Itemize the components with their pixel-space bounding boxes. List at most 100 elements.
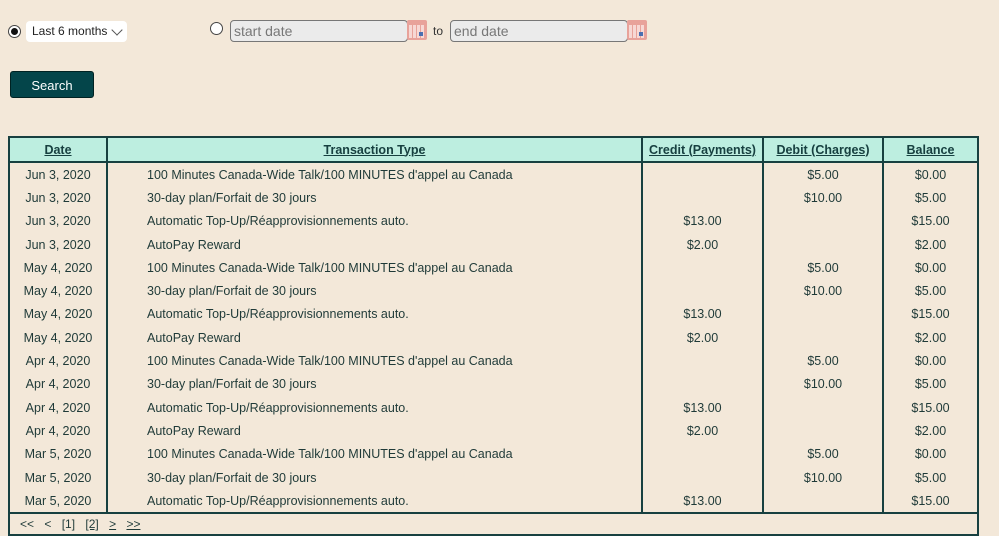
cell-date: Jun 3, 2020	[8, 209, 108, 233]
cell-date: Mar 5, 2020	[8, 442, 108, 466]
table-row: Jun 3, 2020 30-day plan/Forfait de 30 jou…	[8, 186, 979, 210]
cell-credit	[641, 186, 764, 210]
cell-balance: $15.00	[882, 489, 979, 514]
cell-credit	[641, 349, 764, 373]
cell-debit: $10.00	[762, 465, 884, 490]
cell-balance: $0.00	[882, 442, 979, 466]
cell-credit	[641, 162, 764, 187]
cell-balance: $2.00	[882, 419, 979, 443]
pager-first[interactable]: <<	[20, 517, 34, 531]
header-debit[interactable]: Debit (Charges)	[762, 136, 884, 163]
cell-balance: $0.00	[882, 162, 979, 187]
cell-balance: $15.00	[882, 209, 979, 233]
cell-credit: $13.00	[641, 395, 764, 420]
cell-debit	[762, 419, 884, 443]
table-row: Jun 3, 2020 100 Minutes Canada-Wide Talk/…	[8, 162, 979, 187]
period-radio[interactable]	[8, 25, 21, 38]
cell-credit	[641, 256, 764, 280]
cell-date: Apr 4, 2020	[8, 395, 108, 420]
header-transaction-type[interactable]: Transaction Type	[106, 136, 643, 163]
cell-date: Apr 4, 2020	[8, 349, 108, 373]
cell-debit: $5.00	[762, 442, 884, 466]
calendar-icon[interactable]	[407, 20, 427, 40]
cell-credit: $2.00	[641, 232, 764, 257]
table-row: Mar 5, 2020 Automatic Top-Up/Réapprovisio…	[8, 489, 979, 514]
cell-balance: $0.00	[882, 349, 979, 373]
cell-date: May 4, 2020	[8, 256, 108, 280]
cell-date: May 4, 2020	[8, 302, 108, 327]
table-row: May 4, 2020 AutoPay Reward $2.00 $2.00	[8, 326, 979, 350]
cell-debit: $5.00	[762, 256, 884, 280]
cell-balance: $5.00	[882, 186, 979, 210]
cell-debit	[762, 232, 884, 257]
table-row: Jun 3, 2020 Automatic Top-Up/Réapprovisio…	[8, 209, 979, 233]
transactions-table: Date Transaction Type Credit (Payments) …	[8, 136, 979, 536]
cell-type: Automatic Top-Up/Réapprovisionnements au…	[106, 489, 643, 514]
cell-debit: $10.00	[762, 372, 884, 396]
cell-type: 30-day plan/Forfait de 30 jours	[106, 372, 643, 396]
table-row: Jun 3, 2020 AutoPay Reward $2.00 $2.00	[8, 232, 979, 257]
pager-page-2[interactable]: [2]	[85, 517, 98, 531]
table-row: May 4, 2020 30-day plan/Forfait de 30 jou…	[8, 279, 979, 303]
cell-date: Apr 4, 2020	[8, 372, 108, 396]
cell-balance: $15.00	[882, 395, 979, 420]
cell-debit: $5.00	[762, 349, 884, 373]
cell-debit	[762, 489, 884, 514]
cell-debit: $5.00	[762, 162, 884, 187]
cell-type: 30-day plan/Forfait de 30 jours	[106, 465, 643, 490]
pager-prev[interactable]: <	[44, 517, 51, 531]
end-date-input[interactable]: end date	[450, 20, 628, 42]
cell-type: 30-day plan/Forfait de 30 jours	[106, 279, 643, 303]
cell-debit	[762, 326, 884, 350]
pager-page-1: [1]	[61, 517, 76, 532]
cell-debit: $10.00	[762, 279, 884, 303]
table-row: May 4, 2020 Automatic Top-Up/Réapprovisio…	[8, 302, 979, 327]
cell-type: 100 Minutes Canada-Wide Talk/100 MINUTES…	[106, 256, 643, 280]
cell-date: Jun 3, 2020	[8, 162, 108, 187]
cell-balance: $2.00	[882, 326, 979, 350]
chevron-down-icon	[111, 23, 124, 36]
cell-type: AutoPay Reward	[106, 326, 643, 350]
cell-type: 30-day plan/Forfait de 30 jours	[106, 186, 643, 210]
header-balance[interactable]: Balance	[882, 136, 979, 163]
cell-credit	[641, 372, 764, 396]
cell-credit	[641, 279, 764, 303]
table-row: Apr 4, 2020 Automatic Top-Up/Réapprovisio…	[8, 395, 979, 420]
cell-credit: $2.00	[641, 326, 764, 350]
pager: << < [1] [2] > >>	[8, 512, 979, 536]
pager-next[interactable]: >	[109, 517, 116, 531]
cell-credit: $13.00	[641, 209, 764, 233]
cell-type: AutoPay Reward	[106, 419, 643, 443]
cell-credit	[641, 442, 764, 466]
header-credit[interactable]: Credit (Payments)	[641, 136, 764, 163]
search-button[interactable]: Search	[10, 71, 94, 98]
cell-type: AutoPay Reward	[106, 232, 643, 257]
cell-credit: $13.00	[641, 489, 764, 514]
table-row: Mar 5, 2020 100 Minutes Canada-Wide Talk/…	[8, 442, 979, 466]
cell-date: Mar 5, 2020	[8, 465, 108, 490]
table-row: Apr 4, 2020 30-day plan/Forfait de 30 jou…	[8, 372, 979, 396]
cell-date: Jun 3, 2020	[8, 232, 108, 257]
cell-date: Jun 3, 2020	[8, 186, 108, 210]
cell-type: 100 Minutes Canada-Wide Talk/100 MINUTES…	[106, 442, 643, 466]
cell-type: Automatic Top-Up/Réapprovisionnements au…	[106, 302, 643, 327]
cell-type: 100 Minutes Canada-Wide Talk/100 MINUTES…	[106, 162, 643, 187]
date-range-radio[interactable]	[210, 22, 223, 35]
calendar-icon[interactable]	[627, 20, 647, 40]
start-date-input[interactable]: start date	[230, 20, 408, 42]
cell-balance: $0.00	[882, 256, 979, 280]
cell-balance: $5.00	[882, 279, 979, 303]
cell-balance: $2.00	[882, 232, 979, 257]
pager-last[interactable]: >>	[126, 517, 140, 531]
period-select[interactable]: Last 6 months	[26, 21, 128, 42]
cell-date: May 4, 2020	[8, 326, 108, 350]
cell-date: Apr 4, 2020	[8, 419, 108, 443]
cell-credit	[641, 465, 764, 490]
cell-debit	[762, 209, 884, 233]
header-date[interactable]: Date	[8, 136, 108, 163]
cell-debit	[762, 302, 884, 327]
cell-debit: $10.00	[762, 186, 884, 210]
table-row: Mar 5, 2020 30-day plan/Forfait de 30 jou…	[8, 465, 979, 490]
cell-balance: $5.00	[882, 465, 979, 490]
period-select-value: Last 6 months	[32, 24, 108, 38]
